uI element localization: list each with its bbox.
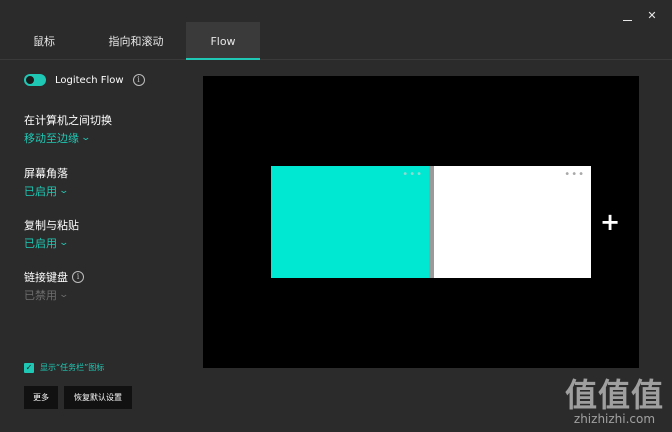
chevron-down-icon: ⌄ xyxy=(80,133,92,143)
screen-menu-icon[interactable]: ••• xyxy=(402,170,423,180)
link-keyboard-dropdown[interactable]: 已禁用 ⌄ xyxy=(24,287,84,303)
add-computer-icon[interactable]: + xyxy=(600,210,620,234)
setting-value: 已启用 xyxy=(24,185,57,198)
screen-corners-dropdown[interactable]: 已启用 ⌄ xyxy=(24,183,70,199)
options-window: ✕ 鼠标 指向和滚动 Flow Logitech Flow i 在计算机之间切换… xyxy=(0,0,672,432)
setting-value: 已禁用 xyxy=(24,289,57,302)
window-controls: ✕ xyxy=(623,10,658,22)
computer-screen-active[interactable]: ••• xyxy=(271,166,429,278)
reset-defaults-button[interactable]: 恢复默认设置 xyxy=(64,386,132,409)
setting-title: 链接键盘 i xyxy=(24,269,84,285)
setting-title: 复制与粘贴 xyxy=(24,219,79,232)
close-icon[interactable]: ✕ xyxy=(646,10,658,22)
chevron-down-icon: ⌄ xyxy=(58,186,70,196)
watermark-text: 值值值 xyxy=(564,376,664,414)
setting-screen-corners: 屏幕角落 已启用 ⌄ xyxy=(24,165,70,199)
flow-toggle[interactable] xyxy=(24,74,46,86)
taskbar-icon-row: ✓ 显示“任务栏”图标 xyxy=(24,362,104,373)
tab-flow[interactable]: Flow xyxy=(186,22,260,60)
setting-title: 屏幕角落 xyxy=(24,167,68,180)
setting-value: 已启用 xyxy=(24,237,57,250)
tab-mouse[interactable]: 鼠标 xyxy=(16,22,72,60)
switch-mode-dropdown[interactable]: 移动至边缘 ⌄ xyxy=(24,130,112,146)
copy-paste-dropdown[interactable]: 已启用 ⌄ xyxy=(24,235,79,251)
screen-menu-icon[interactable]: ••• xyxy=(564,170,585,180)
chevron-down-icon: ⌄ xyxy=(58,238,70,248)
flow-label: Logitech Flow xyxy=(55,74,124,86)
flow-toggle-row: Logitech Flow i xyxy=(24,74,145,86)
setting-value: 移动至边缘 xyxy=(24,132,79,145)
setting-title: 在计算机之间切换 xyxy=(24,114,112,127)
watermark-domain: zhizhizhi.com xyxy=(573,412,656,426)
setting-link-keyboard: 链接键盘 i 已禁用 ⌄ xyxy=(24,269,84,303)
chevron-down-icon: ⌄ xyxy=(58,290,70,300)
info-icon[interactable]: i xyxy=(132,74,145,86)
minimize-icon[interactable] xyxy=(623,12,632,21)
setting-copy-paste: 复制与粘贴 已启用 ⌄ xyxy=(24,217,79,251)
tab-bar: 鼠标 指向和滚动 Flow xyxy=(0,22,672,60)
taskbar-icon-label: 显示“任务栏”图标 xyxy=(40,363,105,372)
flow-preview-area: ••• ••• + xyxy=(203,76,639,368)
info-icon[interactable]: i xyxy=(72,271,84,283)
more-button[interactable]: 更多 xyxy=(24,386,58,409)
watermark-logo: 值值值 zhizhizhi.com xyxy=(565,378,664,426)
setting-switch-computers: 在计算机之间切换 移动至边缘 ⌄ xyxy=(24,112,112,146)
taskbar-icon-checkbox[interactable]: ✓ xyxy=(24,362,34,373)
tab-point-and-scroll[interactable]: 指向和滚动 xyxy=(90,22,182,60)
setting-title-text: 链接键盘 xyxy=(24,271,68,284)
computer-screen-secondary[interactable]: ••• xyxy=(434,166,591,278)
